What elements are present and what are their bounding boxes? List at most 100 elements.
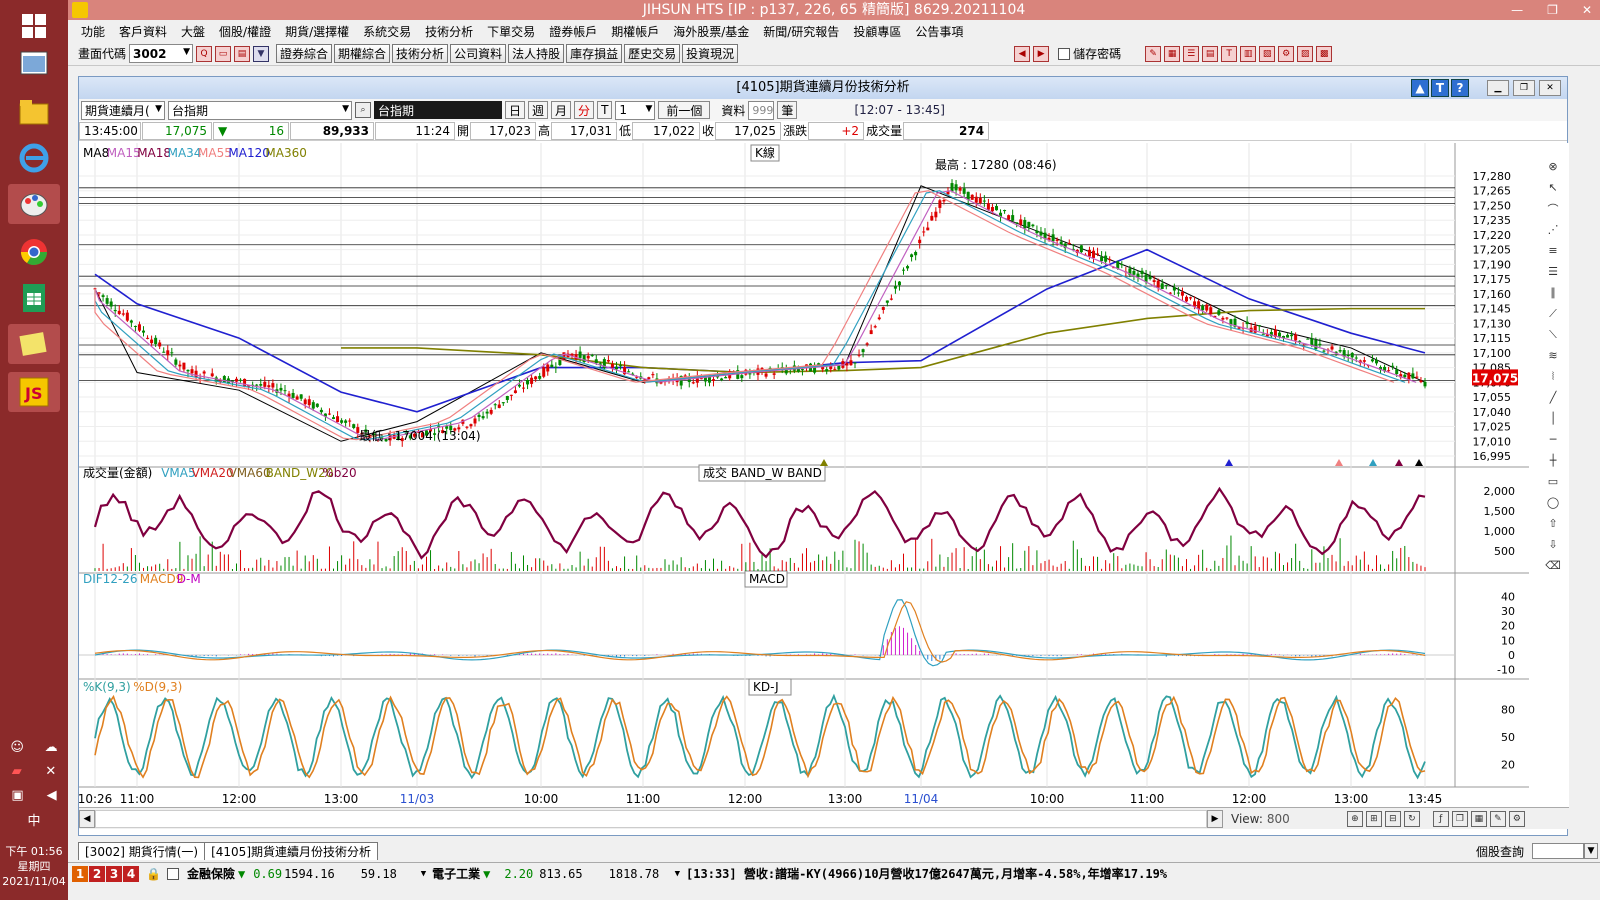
data-count-input[interactable]: 999 (748, 100, 775, 120)
tool-ellipse-icon[interactable]: ◯ (1545, 495, 1561, 510)
zoom-in-icon[interactable]: ⊞ (1365, 810, 1382, 827)
tray-cloud-icon[interactable]: ☁ (45, 740, 58, 755)
tool-doc-icon[interactable]: ▤ (1202, 45, 1219, 62)
menu-item-6[interactable]: 技術分析 (418, 23, 480, 40)
toolbar-button-2[interactable]: 技術分析 (392, 44, 449, 63)
menu-item-8[interactable]: 證券帳戶 (542, 23, 604, 40)
menu-item-7[interactable]: 下單交易 (480, 23, 542, 40)
status-checkbox[interactable] (166, 867, 179, 880)
menu-item-9[interactable]: 期權帳戶 (604, 23, 666, 40)
lock-icon[interactable]: 🔒 (146, 867, 161, 881)
zoom-fit-icon[interactable]: ⊕ (1346, 810, 1363, 827)
scroll-track[interactable] (95, 809, 1207, 828)
scroll-right-button[interactable]: ▶ (1207, 809, 1223, 828)
windows-start-icon[interactable] (8, 6, 60, 46)
jihsun-hts-icon[interactable]: JS (8, 372, 60, 412)
toolbar-button-7[interactable]: 投資現況 (682, 44, 739, 63)
tool-grid-icon[interactable]: ▦ (1164, 45, 1181, 62)
screen-code-combo[interactable]: 3002 ▼ (129, 44, 194, 63)
tool-rect-icon[interactable]: ▭ (1545, 474, 1561, 489)
chevron-down-icon[interactable]: ▼ (675, 869, 680, 879)
tool-pointer-icon[interactable]: ↖ (1545, 180, 1561, 195)
pencil-icon[interactable]: ✎ (1489, 810, 1506, 827)
menu-item-11[interactable]: 新聞/研究報告 (756, 23, 846, 40)
tool-arc-icon[interactable]: ⌒ (1545, 201, 1561, 216)
prev-contract-button[interactable]: 前一個 (658, 101, 711, 119)
contract-type-select[interactable]: 期貨連續月(▼ (81, 100, 165, 120)
dropdown-blue-icon[interactable]: ▼ (253, 45, 270, 62)
symbol-select[interactable]: 台指期 ▼ (168, 100, 352, 120)
search-red-icon[interactable]: Q (196, 45, 213, 62)
tool-fib-icon[interactable]: ☰ (1545, 264, 1561, 279)
stock-query-input[interactable] (1532, 843, 1584, 859)
menu-item-0[interactable]: 功能 (74, 23, 112, 40)
tool-list-icon[interactable]: ☰ (1183, 45, 1200, 62)
period-month-button[interactable]: 月 (551, 101, 572, 119)
page-2-button[interactable]: 2 (89, 865, 105, 882)
tool-cancel-icon[interactable]: ⊗ (1545, 159, 1561, 174)
menu-item-1[interactable]: 客戶資料 (112, 23, 174, 40)
table-icon[interactable]: ▦ (1470, 810, 1487, 827)
up-arrow-button[interactable]: ▲ (1411, 79, 1429, 97)
tool-wave-icon[interactable]: ≋ (1545, 348, 1561, 363)
tool-up-arrow-icon[interactable]: ⇧ (1545, 516, 1561, 531)
period-minute-button[interactable]: 分 (574, 101, 595, 119)
zoom-out-icon[interactable]: ⊟ (1384, 810, 1401, 827)
menu-item-2[interactable]: 大盤 (174, 23, 212, 40)
tray-network-icon[interactable]: ▣ (11, 788, 23, 803)
tray-mute-icon[interactable]: ✕ (45, 764, 56, 779)
tool-pen-icon[interactable]: ✎ (1145, 45, 1162, 62)
page-3-button[interactable]: 3 (106, 865, 122, 882)
chevron-down-icon[interactable]: ▼ (421, 869, 426, 879)
toolbar-button-3[interactable]: 公司資料 (450, 44, 507, 63)
internet-explorer-icon[interactable] (8, 138, 60, 178)
tab-4105[interactable]: [4105]期貨連續月份技術分析 (204, 842, 378, 860)
tool-line-icon[interactable]: ╱ (1545, 390, 1561, 405)
chart-red-icon[interactable]: ▤ (234, 45, 251, 62)
symbol-search-icon[interactable]: ⌕ (355, 102, 371, 118)
tool-channel-icon[interactable]: ≡ (1545, 243, 1561, 258)
tool-cross-icon[interactable]: ┼ (1545, 453, 1561, 468)
refresh-icon[interactable]: ↻ (1403, 810, 1420, 827)
tool-gann-icon[interactable]: ⟋ (1545, 306, 1561, 321)
page-4-button[interactable]: 4 (123, 865, 139, 882)
chart-canvas[interactable]: 10:26 11:00 12:00 13:00 11/03 10:00 11:00 12:00… (79, 143, 1569, 807)
formula-icon[interactable]: ƒ (1432, 810, 1449, 827)
toolbar-button-1[interactable]: 期權綜合 (334, 44, 391, 63)
help-button[interactable]: ? (1451, 79, 1469, 97)
notes-app-icon[interactable] (8, 324, 60, 364)
menu-item-5[interactable]: 系統交易 (356, 23, 418, 40)
interval-select[interactable]: 1 ▼ (615, 100, 656, 120)
page-1-button[interactable]: 1 (72, 865, 88, 882)
tool-clip-icon[interactable]: ▨ (1297, 45, 1314, 62)
sheets-icon[interactable] (8, 278, 60, 318)
child-restore-button[interactable]: ❐ (1513, 80, 1535, 96)
toolbar-button-5[interactable]: 庫存損益 (566, 44, 623, 63)
child-close-button[interactable]: ✕ (1539, 80, 1561, 96)
data-unit-button[interactable]: 筆 (777, 101, 798, 119)
toolbar-button-4[interactable]: 法人持股 (508, 44, 565, 63)
period-week-button[interactable]: 週 (528, 101, 549, 119)
tool-fan-icon[interactable]: ⋰ (1545, 222, 1561, 237)
text-button[interactable]: T (1431, 79, 1449, 97)
tab-3002[interactable]: [3002] 期貨行情(一) (78, 842, 206, 860)
tool-ray-icon[interactable]: ⟍ (1545, 327, 1561, 342)
file-explorer-icon[interactable] (8, 92, 60, 132)
tool-print-icon[interactable]: ▩ (1316, 45, 1333, 62)
chevron-down-icon[interactable]: ▼ (1584, 843, 1598, 859)
period-day-button[interactable]: 日 (505, 101, 526, 119)
menu-item-12[interactable]: 投顧專區 (846, 23, 908, 40)
horizontal-scrollbar[interactable]: ◀ ▶ View: 800 ⊕ ⊞ ⊟ ↻ ƒ ❐ ▦ ✎ ⚙ (79, 807, 1569, 829)
scroll-left-button[interactable]: ◀ (79, 809, 95, 828)
tray-app-icon[interactable]: ▰ (12, 764, 22, 779)
chrome-icon[interactable] (8, 232, 60, 272)
tool-text-icon[interactable]: T (1221, 45, 1238, 62)
toolbar-button-0[interactable]: 證券綜合 (276, 44, 333, 63)
ime-indicator[interactable]: 中 (27, 810, 40, 829)
paint-app-icon[interactable] (8, 184, 60, 224)
window-red-icon[interactable]: ▭ (215, 45, 232, 62)
tool-calc-icon[interactable]: ▧ (1259, 45, 1276, 62)
tool-vline-icon[interactable]: │ (1545, 411, 1561, 426)
tool-link-icon[interactable]: ⚙ (1278, 45, 1295, 62)
tray-people-icon[interactable]: ☺ (10, 740, 24, 755)
